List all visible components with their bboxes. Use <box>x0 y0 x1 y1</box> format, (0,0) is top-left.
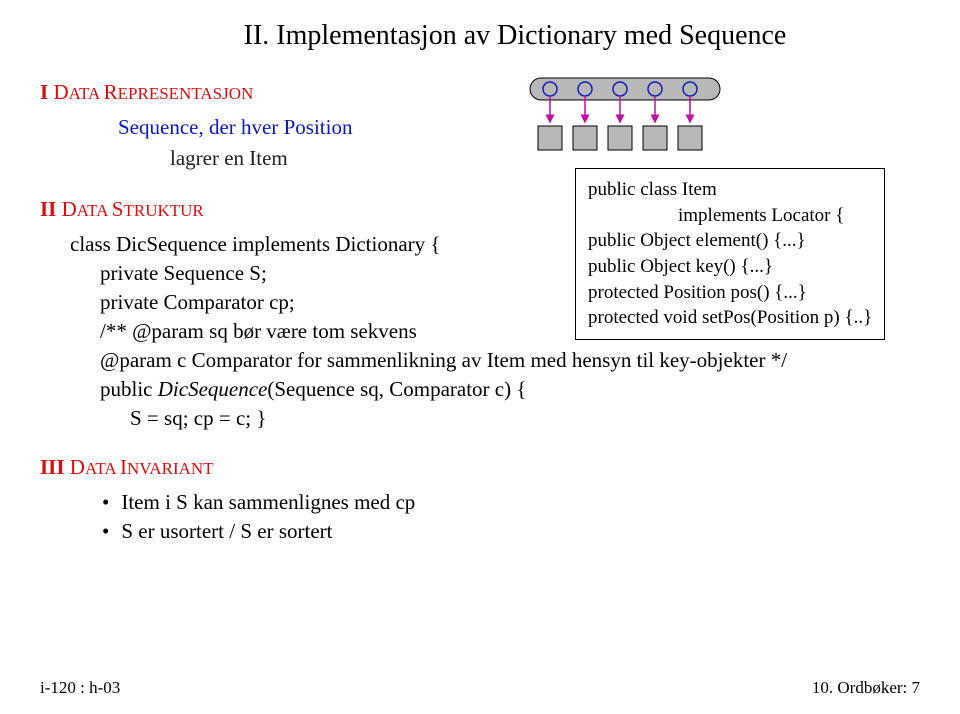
section-1-word2-prefix: R <box>104 80 118 104</box>
section-3-word2-rest: NVARIANT <box>127 459 214 478</box>
section-2-num: II <box>40 197 56 221</box>
page-footer: i-120 : h-03 10. Ordbøker: 7 <box>40 678 920 698</box>
item-class-box: public class Item implements Locator { p… <box>575 168 885 340</box>
footer-right: 10. Ordbøker: 7 <box>812 678 920 698</box>
section-2-label-prefix: D <box>56 197 76 221</box>
box-line-2: implements Locator { <box>678 203 872 229</box>
code-line-6: public DicSequence(Sequence sq, Comparat… <box>100 377 920 402</box>
section-2-label-rest: ATA <box>77 201 112 220</box>
section-3-heading: III DATA INVARIANT <box>40 455 920 480</box>
bullet-2: S er usortert / S er sortert <box>102 519 920 544</box>
box-line-3: public Object element() {...} <box>588 228 872 254</box>
section-3-num: III <box>40 455 65 479</box>
page-title: II. Implementasjon av Dictionary med Seq… <box>110 20 920 52</box>
section-3-bullets: Item i S kan sammenlignes med cp S er us… <box>102 490 920 544</box>
section-3-label-prefix: D <box>65 455 85 479</box>
section-1-line1: Sequence, der hver Position <box>118 115 920 140</box>
section-3-label-rest: ATA <box>85 459 120 478</box>
section-1-num: I <box>40 80 48 104</box>
code-line-6a: public <box>100 377 158 401</box>
section-1-heading: I DATA REPRESENTASJON <box>40 80 920 105</box>
section-3-word2-prefix: I <box>120 455 127 479</box>
code-line-6c: (Sequence sq, Comparator c) { <box>267 377 526 401</box>
section-2-word2-rest: TRUKTUR <box>123 201 203 220</box>
bullet-1: Item i S kan sammenlignes med cp <box>102 490 920 515</box>
footer-left: i-120 : h-03 <box>40 678 120 698</box>
code-line-7: S = sq; cp = c; } <box>130 406 920 431</box>
section-1-label-rest: ATA <box>69 84 104 103</box>
sequence-diagram <box>520 72 760 162</box>
section-1-word2-rest: EPRESENTASJON <box>118 84 254 103</box>
code-line-6b: DicSequence <box>158 377 268 401</box>
code-line-5: @param c Comparator for sammenlikning av… <box>100 348 920 373</box>
box-line-6: protected void setPos(Position p) {..} <box>588 305 872 331</box>
section-2-word2-prefix: S <box>112 197 124 221</box>
box-line-4: public Object key() {...} <box>588 254 872 280</box>
box-line-1: public class Item <box>588 177 872 203</box>
box-line-5: protected Position pos() {...} <box>588 280 872 306</box>
section-1-label-prefix: D <box>48 80 68 104</box>
